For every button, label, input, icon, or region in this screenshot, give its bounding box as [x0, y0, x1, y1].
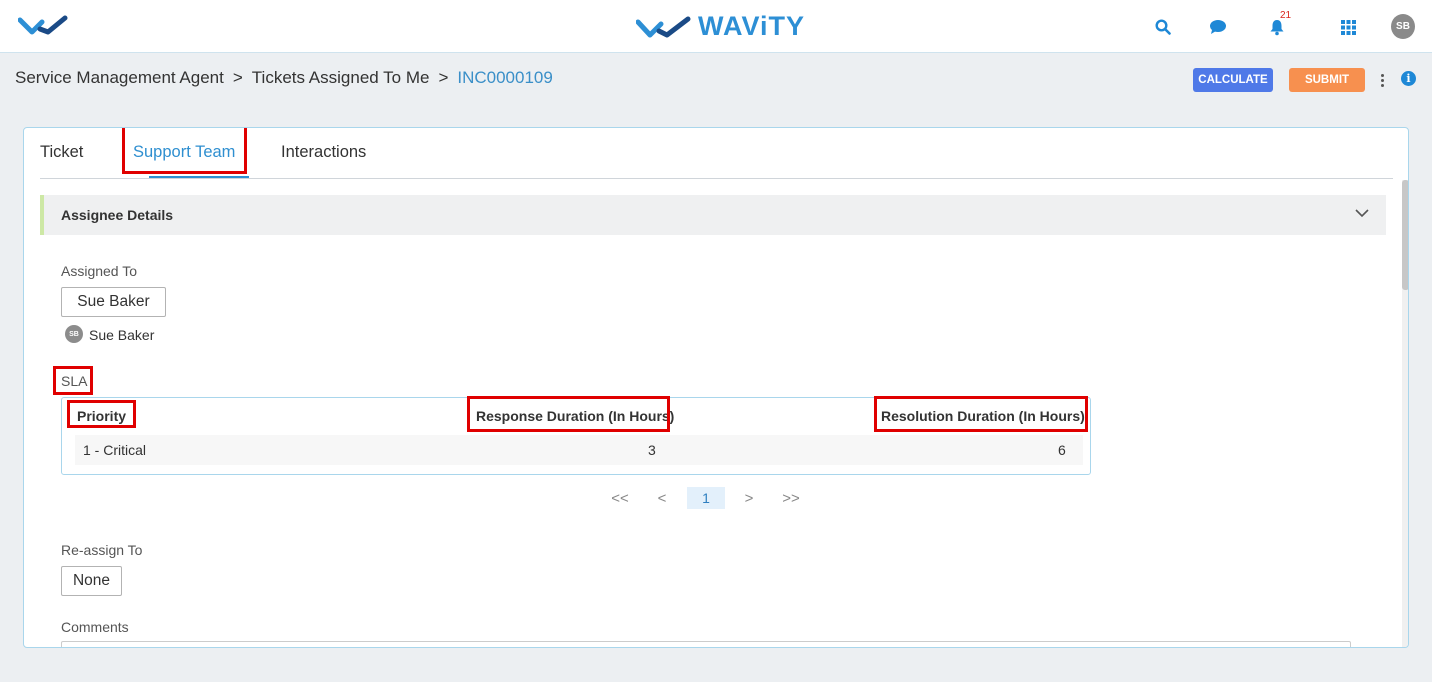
- tab-bar: Ticket Support Team Interactions: [40, 128, 1393, 179]
- scrollbar-thumb[interactable]: [1402, 180, 1408, 290]
- logo-icon[interactable]: [17, 14, 68, 41]
- ticket-card: Ticket Support Team Interactions Assigne…: [23, 127, 1409, 648]
- submit-button[interactable]: SUBMIT: [1289, 68, 1365, 92]
- search-icon[interactable]: [1151, 15, 1175, 39]
- column-header-resolution-duration: Resolution Duration (In Hours): [881, 408, 1085, 424]
- chat-icon[interactable]: [1206, 15, 1230, 39]
- bell-icon[interactable]: 21: [1265, 10, 1291, 39]
- breadcrumb-current-ticket: INC0000109: [457, 68, 553, 87]
- breadcrumb-item-tickets-assigned[interactable]: Tickets Assigned To Me: [252, 68, 430, 87]
- brand-logo[interactable]: WAViTY: [636, 11, 805, 42]
- info-icon[interactable]: i: [1401, 71, 1416, 86]
- tab-interactions[interactable]: Interactions: [281, 143, 366, 162]
- chevron-down-icon[interactable]: [1354, 206, 1370, 224]
- last-page-button[interactable]: >>: [779, 487, 803, 509]
- top-bar: WAViTY 21 SB: [0, 0, 1432, 53]
- section-title: Assignee Details: [61, 207, 174, 223]
- scrollbar[interactable]: [1402, 180, 1408, 647]
- column-header-response-duration: Response Duration (In Hours): [476, 408, 675, 424]
- active-tab-indicator: [149, 176, 249, 178]
- more-options-icon[interactable]: [1376, 69, 1388, 91]
- table-row: 1 - Critical 3 6: [62, 435, 1090, 474]
- assignee-name: Sue Baker: [89, 327, 155, 343]
- calculate-button[interactable]: CALCULATE: [1193, 68, 1273, 92]
- comments-field[interactable]: [61, 641, 1351, 647]
- avatar: SB: [65, 325, 83, 343]
- reassign-to-field[interactable]: None: [61, 566, 122, 596]
- breadcrumb-separator: >: [232, 68, 243, 87]
- next-page-button[interactable]: >: [739, 487, 759, 509]
- sla-table: Priority Response Duration (In Hours) Re…: [61, 397, 1091, 475]
- assigned-to-field[interactable]: Sue Baker: [61, 287, 166, 317]
- cell-response-duration: 3: [648, 442, 656, 458]
- user-avatar[interactable]: SB: [1391, 13, 1415, 39]
- brand-mark-icon: [636, 16, 691, 37]
- breadcrumb: Service Management Agent > Tickets Assigne…: [15, 68, 553, 88]
- column-header-priority: Priority: [77, 408, 127, 424]
- notification-badge: 21: [1280, 10, 1292, 21]
- comments-label: Comments: [61, 619, 129, 635]
- current-page-button[interactable]: 1: [687, 487, 725, 509]
- breadcrumb-separator: >: [438, 68, 449, 87]
- tab-ticket[interactable]: Ticket: [40, 143, 83, 162]
- brand-name: WAViTY: [698, 11, 806, 41]
- reassign-to-label: Re-assign To: [61, 542, 143, 558]
- user-initials: SB: [1391, 13, 1415, 39]
- first-page-button[interactable]: <<: [608, 487, 632, 509]
- cell-resolution-duration: 6: [1058, 442, 1066, 458]
- assignee-details-header[interactable]: Assignee Details: [40, 195, 1386, 235]
- assigned-to-label: Assigned To: [61, 263, 138, 279]
- tab-support-team[interactable]: Support Team: [133, 143, 235, 162]
- row-background: [75, 435, 1083, 465]
- apps-grid-icon[interactable]: [1336, 15, 1360, 39]
- sla-label: SLA: [61, 373, 88, 389]
- cell-priority: 1 - Critical: [83, 442, 147, 458]
- prev-page-button[interactable]: <: [652, 487, 672, 509]
- breadcrumb-item-service-management-agent[interactable]: Service Management Agent: [15, 68, 224, 87]
